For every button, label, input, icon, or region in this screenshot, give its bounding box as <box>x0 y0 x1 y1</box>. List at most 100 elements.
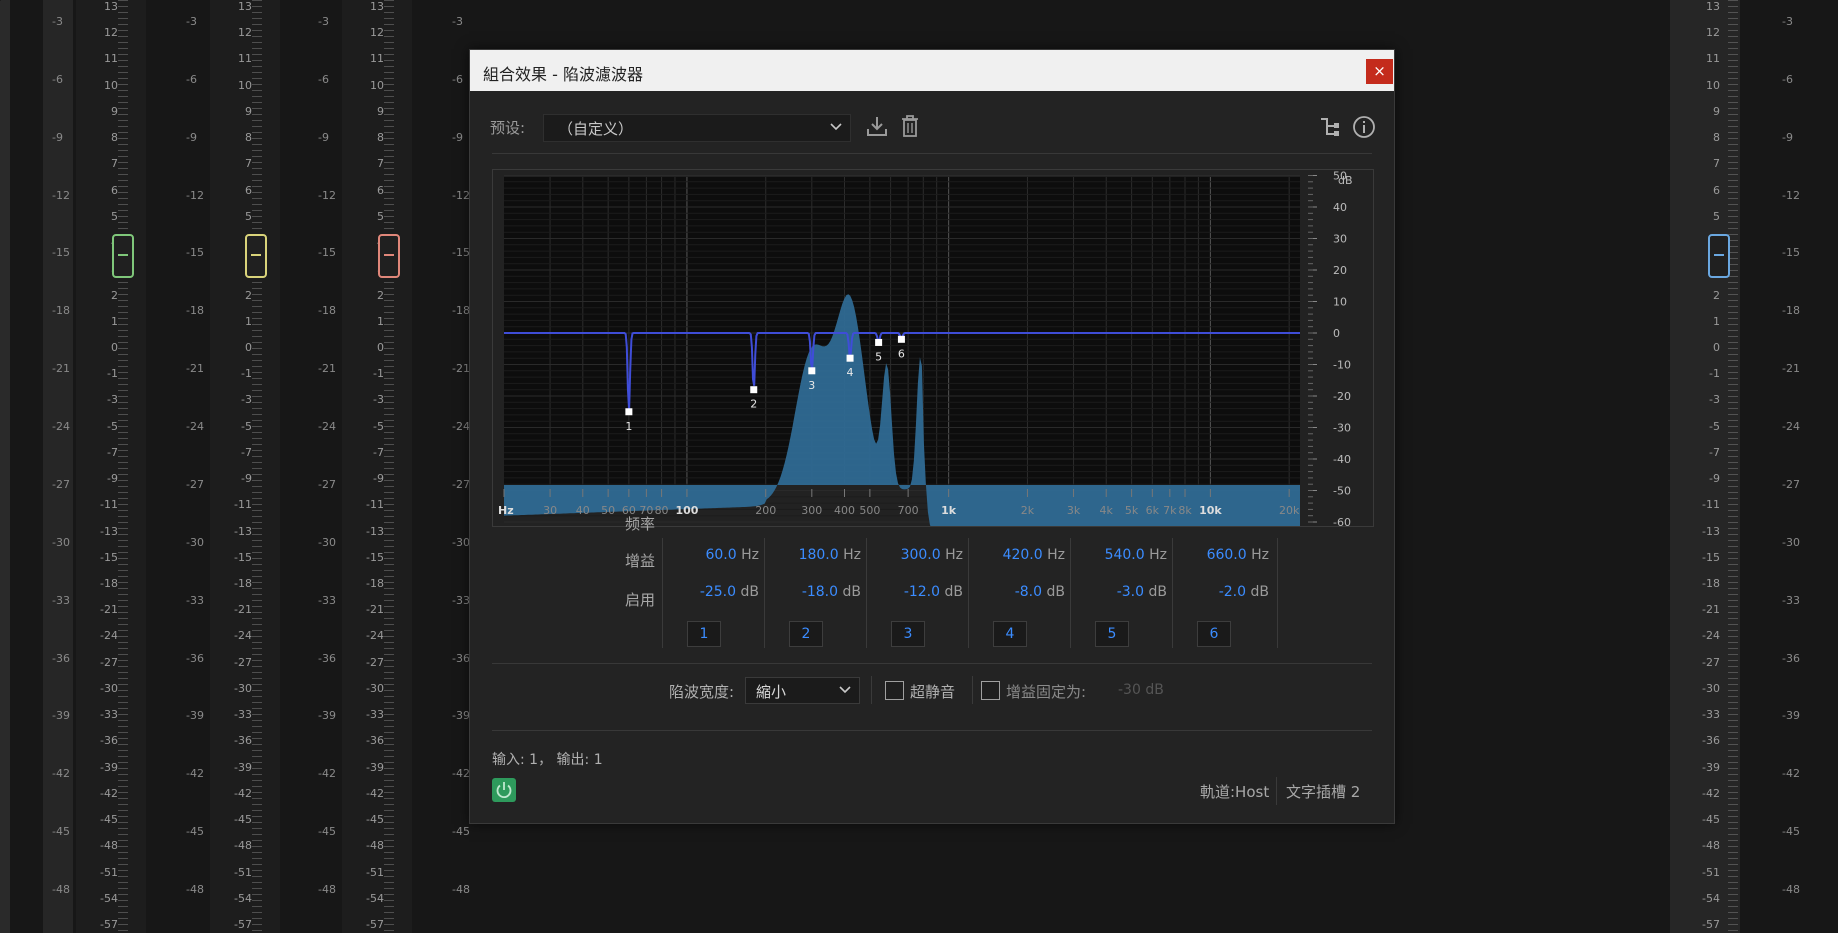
db-tick-label: 20 <box>1333 264 1347 277</box>
meter-scale-label: -27 <box>186 477 204 491</box>
fader-scale-label: -45 <box>234 813 252 827</box>
plot-area <box>504 177 1300 485</box>
fader-scale-label: 6 <box>245 183 252 197</box>
band-gain-1[interactable]: -25.0 dB <box>665 584 759 600</box>
meter-scale-label: -15 <box>452 246 470 260</box>
fader-knob-green[interactable] <box>112 234 134 278</box>
band-gain-3[interactable]: -12.0 dB <box>869 584 963 600</box>
band-freq-6[interactable]: 660.0 Hz <box>1175 547 1269 563</box>
fader-scale-label: -3 <box>1709 393 1720 407</box>
fader-ticks <box>118 0 128 933</box>
band-enable-button-3[interactable]: 3 <box>891 621 925 647</box>
band-gain-4[interactable]: -8.0 dB <box>971 584 1065 600</box>
fader-scale-label: -18 <box>366 577 384 591</box>
fader-scale-label: 1 <box>111 314 118 328</box>
band-freq-2[interactable]: 180.0 Hz <box>767 547 861 563</box>
meter-scale-label: -39 <box>452 709 470 723</box>
db-tick-label: -40 <box>1333 453 1351 466</box>
graph-canvas: 123456dB9080706050403020100-10-20-30-40-… <box>498 170 1353 526</box>
band-enable-button-2[interactable]: 2 <box>789 621 823 647</box>
fader-scale-label: -39 <box>366 760 384 774</box>
freq-tick-label: 20k <box>1279 504 1300 517</box>
fader-scale-label: -11 <box>100 498 118 512</box>
ultra-quiet-checkbox[interactable] <box>885 681 904 700</box>
freq-tick-label: 6k <box>1146 504 1160 517</box>
fader-scale-label: 12 <box>238 26 252 40</box>
db-tick-label: 50 <box>1333 170 1347 183</box>
band-enable-button-5[interactable]: 5 <box>1095 621 1129 647</box>
band-gain-5[interactable]: -3.0 dB <box>1073 584 1167 600</box>
band-freq-1[interactable]: 60.0 Hz <box>665 547 759 563</box>
meter-scale-label: -12 <box>318 188 336 202</box>
band-freq-3[interactable]: 300.0 Hz <box>869 547 963 563</box>
freq-tick-label: 30 <box>543 504 557 517</box>
fader-scale-label: 8 <box>245 131 252 145</box>
fader-scale-label: 8 <box>111 131 118 145</box>
db-tick-label: -30 <box>1333 422 1351 435</box>
band-freq-5[interactable]: 540.0 Hz <box>1073 547 1167 563</box>
delete-preset-icon[interactable] <box>899 114 921 138</box>
meter-scale-label: -9 <box>452 130 463 144</box>
meter-scale-label: -12 <box>1782 188 1800 202</box>
param-row-label: 频率 <box>625 515 656 533</box>
fader-scale-label: -9 <box>107 472 118 486</box>
meter-scale-label: -27 <box>1782 477 1800 491</box>
fader-scale-label: -3 <box>107 393 118 407</box>
band-gain-6[interactable]: -2.0 dB <box>1175 584 1269 600</box>
fader-scale-label: -13 <box>100 524 118 538</box>
band-handle-3 <box>808 367 816 375</box>
freq-tick-label: 7k <box>1163 504 1177 517</box>
notch-width-dropdown[interactable]: 縮小 <box>745 677 860 704</box>
close-button[interactable]: × <box>1366 59 1393 84</box>
fix-gain-checkbox[interactable] <box>981 681 1000 700</box>
meter-scale-label: -42 <box>318 767 336 781</box>
power-icon <box>496 782 512 799</box>
fader-scale-label: -1 <box>373 367 384 381</box>
fader-scale-label: 7 <box>1713 157 1720 171</box>
fader-scale-label: -13 <box>366 524 384 538</box>
fader-knob-blue[interactable] <box>1708 234 1730 278</box>
fader-scale-label: -7 <box>107 445 118 459</box>
meter-scale-label: -21 <box>318 362 336 376</box>
save-preset-icon[interactable] <box>865 114 889 138</box>
db-tick-label: -50 <box>1333 485 1351 498</box>
meter-scale-label: -21 <box>52 362 70 376</box>
band-enable-button-1[interactable]: 1 <box>687 621 721 647</box>
meter-scale-label: -3 <box>318 15 329 28</box>
meter-scale-label: -33 <box>452 593 470 607</box>
fader-scale-label: 6 <box>111 183 118 197</box>
fader-knob-red[interactable] <box>378 234 400 278</box>
fader-scale-label: -15 <box>234 550 252 564</box>
fader-scale-label: -45 <box>100 813 118 827</box>
band-gain-2[interactable]: -18.0 dB <box>767 584 861 600</box>
fader-scale-label: -11 <box>366 498 384 512</box>
meter-scale-label: -36 <box>452 651 470 665</box>
frequency-response-graph[interactable]: 123456dB9080706050403020100-10-20-30-40-… <box>492 169 1374 527</box>
meter-scale-label: -33 <box>318 593 336 607</box>
band-freq-4[interactable]: 420.0 Hz <box>971 547 1065 563</box>
fader-knob-yellow[interactable] <box>245 234 267 278</box>
info-icon[interactable] <box>1352 115 1376 139</box>
notch-filter-dialog: 組合效果 - 陷波濾波器 × 预设: （自定义） 123456dB9080706… <box>469 49 1395 824</box>
freq-tick-label: 5k <box>1125 504 1139 517</box>
title-bar[interactable]: 組合效果 - 陷波濾波器 × <box>470 50 1394 91</box>
fader-ticks <box>384 0 394 933</box>
fader-scale-label: -27 <box>100 655 118 669</box>
fader-scale-label: 0 <box>245 340 252 354</box>
preset-dropdown[interactable]: （自定义） <box>543 114 851 142</box>
fader-ticks <box>252 0 262 933</box>
band-enable-button-4[interactable]: 4 <box>993 621 1027 647</box>
band-marker-label: 4 <box>847 366 854 379</box>
band-enable-button-6[interactable]: 6 <box>1197 621 1231 647</box>
fader-scale-label: -48 <box>100 839 118 853</box>
meter-scale-label: -45 <box>1782 825 1800 839</box>
power-toggle-button[interactable] <box>492 778 516 802</box>
routing-icon[interactable] <box>1319 116 1341 138</box>
fader-scale-label: -5 <box>241 419 252 433</box>
meter-scale-label: -15 <box>186 246 204 260</box>
fader-scale-label: -33 <box>366 708 384 722</box>
fader-scale-label: -45 <box>366 813 384 827</box>
meter-scale-label: -36 <box>186 651 204 665</box>
notch-width-value: 縮小 <box>756 683 787 701</box>
fader-scale-label: -11 <box>234 498 252 512</box>
